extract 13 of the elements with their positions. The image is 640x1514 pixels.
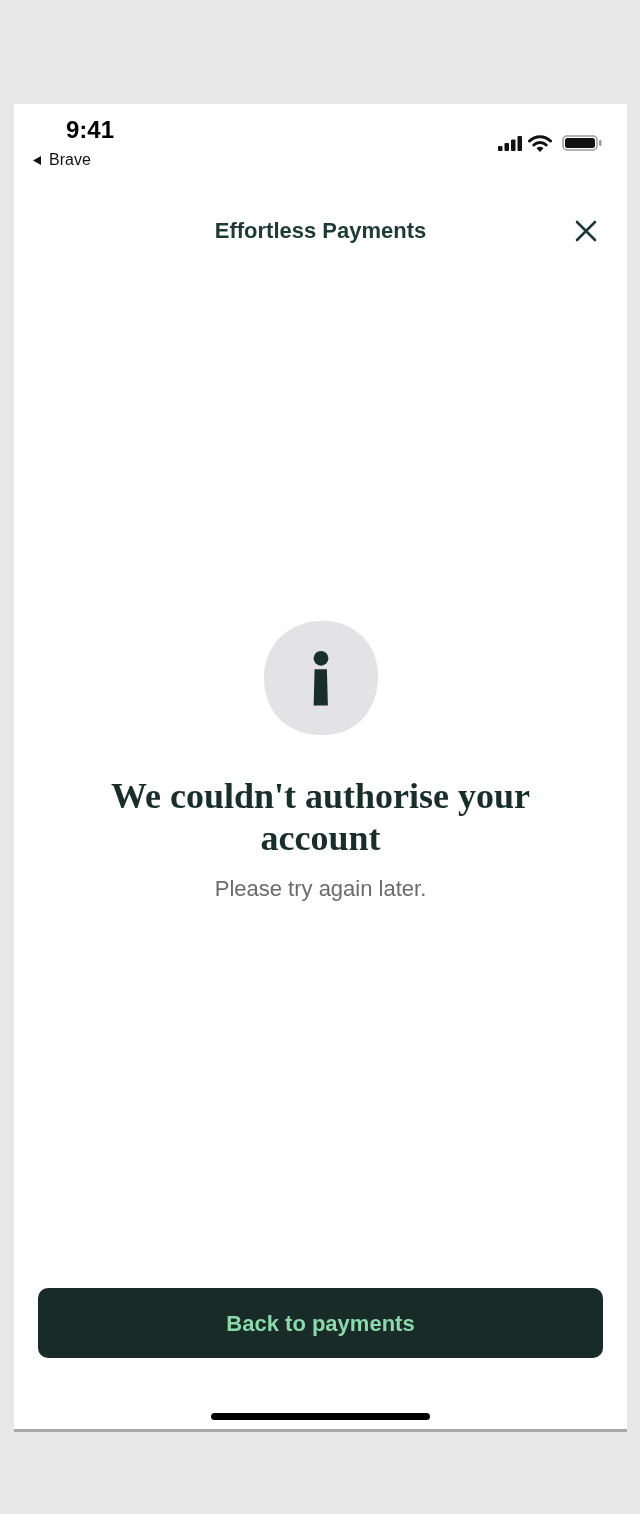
- close-icon: [575, 220, 597, 242]
- wifi-icon: [528, 134, 552, 152]
- info-icon: [261, 619, 380, 737]
- error-heading: We couldn't authorise your account: [110, 775, 531, 859]
- signal-icon: [498, 135, 523, 151]
- battery-icon: [562, 135, 602, 151]
- back-triangle-icon: [33, 155, 41, 165]
- header-title: Effortless Payments: [214, 217, 427, 245]
- back-app-link[interactable]: Brave: [49, 151, 91, 169]
- back-to-payments-button[interactable]: Back to payments: [38, 1288, 603, 1358]
- error-subtitle: Please try again later.: [214, 876, 427, 902]
- status-time: 9:41: [66, 116, 115, 144]
- close-button[interactable]: [575, 220, 597, 242]
